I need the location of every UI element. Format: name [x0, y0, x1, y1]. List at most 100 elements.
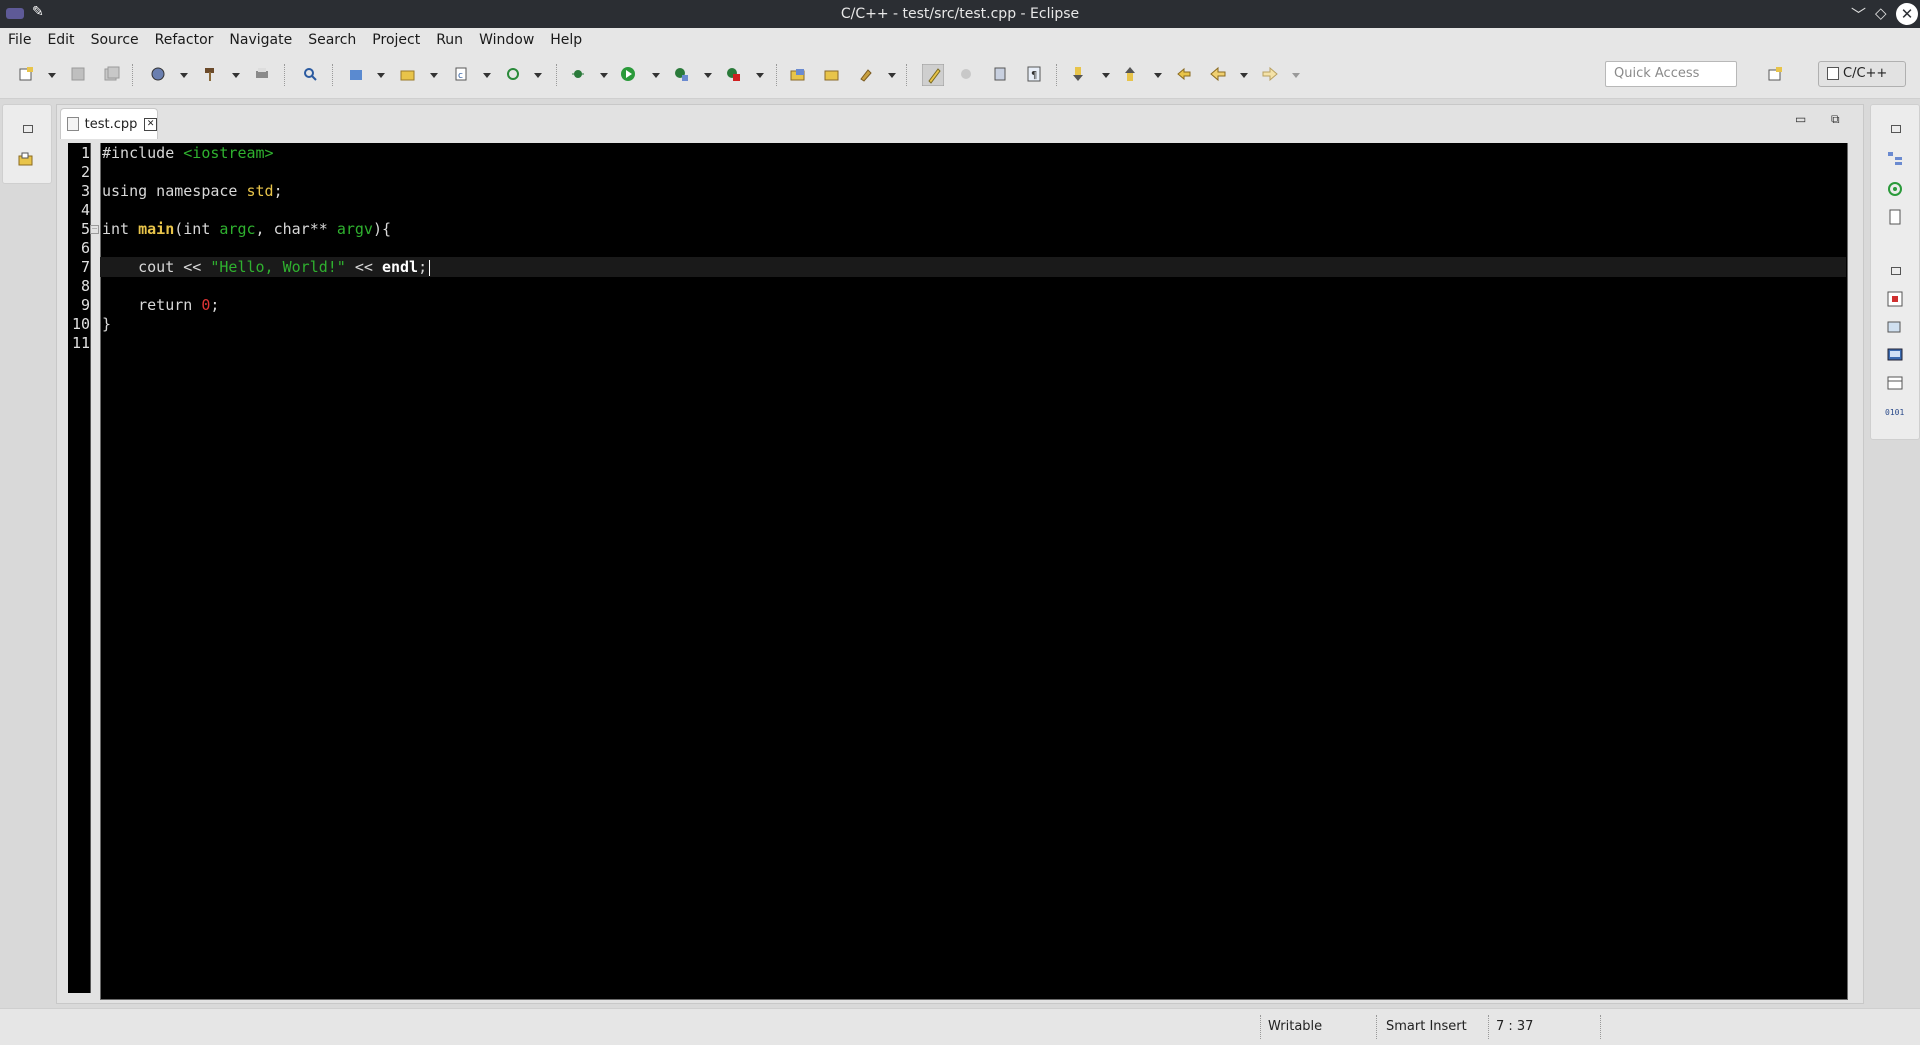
- param-type: (int: [174, 220, 220, 238]
- menu-run[interactable]: Run: [428, 32, 471, 48]
- back-dropdown-icon[interactable]: [1240, 73, 1248, 78]
- close-window-button[interactable]: ✕: [1896, 3, 1918, 25]
- new-file-icon[interactable]: [18, 66, 34, 82]
- hammer-dropdown-icon[interactable]: [232, 73, 240, 78]
- print-icon[interactable]: [254, 66, 270, 82]
- debug-icon[interactable]: [570, 66, 586, 82]
- open-folder-icon[interactable]: [824, 66, 840, 82]
- left-trim-stack: [2, 104, 52, 184]
- code-line-5: int main(int argc, char** argv){: [102, 220, 391, 239]
- menu-project[interactable]: Project: [364, 32, 428, 48]
- new-folder-icon[interactable]: [400, 66, 416, 82]
- forward-icon[interactable]: [1262, 66, 1278, 82]
- properties-icon[interactable]: [1887, 375, 1903, 391]
- status-writable: Writable: [1268, 1019, 1323, 1034]
- maximize-window-button[interactable]: ◇: [1875, 4, 1887, 22]
- task-list-icon[interactable]: [1887, 209, 1903, 225]
- toolbar-separator: [132, 64, 133, 86]
- menu-source[interactable]: Source: [83, 32, 147, 48]
- run-external-dropdown-icon[interactable]: [704, 73, 712, 78]
- semicolon: ;: [418, 258, 428, 276]
- status-separator: [1260, 1015, 1261, 1039]
- new-folder-dropdown-icon[interactable]: [430, 73, 438, 78]
- next-annotation-dropdown-icon[interactable]: [1102, 73, 1110, 78]
- eclipse-logo-icon: [6, 8, 24, 19]
- next-annotation-icon[interactable]: [1070, 66, 1086, 82]
- back-icon[interactable]: [1210, 66, 1226, 82]
- left-restore-icon[interactable]: [23, 125, 33, 133]
- hammer-icon[interactable]: [202, 66, 218, 82]
- menu-help[interactable]: Help: [542, 32, 590, 48]
- toolbar-separator: [284, 64, 285, 86]
- run-dropdown-icon[interactable]: [652, 73, 660, 78]
- pin-icon[interactable]: ✎: [32, 4, 44, 20]
- menu-search[interactable]: Search: [300, 32, 364, 48]
- outline-icon[interactable]: [1887, 151, 1903, 167]
- previous-annotation-icon[interactable]: [1122, 66, 1138, 82]
- new-source-file-icon[interactable]: c: [453, 66, 469, 82]
- save-icon[interactable]: [70, 66, 86, 82]
- open-type-icon[interactable]: [790, 66, 806, 82]
- open-perspective-icon[interactable]: [1768, 67, 1782, 81]
- run-external-icon[interactable]: [673, 66, 689, 82]
- debug-dropdown-icon[interactable]: [600, 73, 608, 78]
- terminate-icon[interactable]: [725, 66, 741, 82]
- menu-edit[interactable]: Edit: [39, 32, 82, 48]
- make-target-icon[interactable]: [1887, 181, 1903, 197]
- search-flashlight-icon[interactable]: [858, 66, 874, 82]
- minimize-editor-button[interactable]: ▭: [1795, 112, 1806, 126]
- menu-window[interactable]: Window: [471, 32, 542, 48]
- minimize-window-button[interactable]: ﹀: [1851, 4, 1866, 25]
- fold-collapse-icon[interactable]: −: [90, 225, 99, 234]
- new-dropdown-icon[interactable]: [48, 73, 56, 78]
- highlight-icon[interactable]: [958, 66, 974, 82]
- line-number: 11: [71, 334, 90, 352]
- maximize-editor-button[interactable]: ⧉: [1831, 112, 1840, 127]
- line-number: 3: [80, 182, 90, 200]
- memory-binary-icon[interactable]: 0101: [1885, 403, 1905, 419]
- menu-file[interactable]: File: [0, 32, 39, 48]
- search-target-icon[interactable]: [302, 66, 318, 82]
- refresh-dropdown-icon[interactable]: [534, 73, 542, 78]
- toolbar-separator: [906, 64, 907, 86]
- right-restore-icon[interactable]: [1891, 125, 1901, 133]
- terminate-dropdown-icon[interactable]: [756, 73, 764, 78]
- new-project-icon[interactable]: [348, 66, 364, 82]
- param-argc: argc: [219, 220, 256, 238]
- editor-tab-test-cpp[interactable]: test.cpp ✕: [60, 108, 158, 139]
- semicolon: ;: [273, 182, 283, 200]
- toolbar-separator: [556, 64, 557, 86]
- tasks-icon[interactable]: [1887, 319, 1903, 335]
- line-number: 8: [80, 277, 90, 295]
- problems-icon[interactable]: [1887, 291, 1903, 307]
- run-icon[interactable]: [620, 66, 636, 82]
- right-restore-icon-2[interactable]: [1891, 267, 1901, 275]
- build-dropdown-icon[interactable]: [180, 73, 188, 78]
- close-tab-icon[interactable]: ✕: [144, 117, 157, 131]
- new-project-dropdown-icon[interactable]: [377, 73, 385, 78]
- project-explorer-icon[interactable]: [18, 151, 34, 167]
- status-bar: Writable Smart Insert 7 : 37: [0, 1008, 1920, 1045]
- quick-access-input[interactable]: Quick Access: [1605, 61, 1737, 87]
- show-whitespace-icon[interactable]: ¶: [1026, 66, 1042, 82]
- include-path: <iostream>: [183, 144, 274, 162]
- mark-occurrences-toggle-icon[interactable]: [922, 64, 944, 86]
- build-all-icon[interactable]: [150, 66, 166, 82]
- console-icon[interactable]: [1887, 347, 1903, 363]
- new-source-dropdown-icon[interactable]: [483, 73, 491, 78]
- forward-dropdown-icon[interactable]: [1292, 73, 1300, 78]
- menu-navigate[interactable]: Navigate: [221, 32, 300, 48]
- toolbar-separator: [776, 64, 777, 86]
- save-all-icon[interactable]: [104, 66, 120, 82]
- refresh-icon[interactable]: [505, 66, 521, 82]
- status-insert-mode: Smart Insert: [1386, 1019, 1467, 1034]
- stream-operator: <<: [345, 258, 382, 276]
- block-selection-icon[interactable]: [992, 66, 1008, 82]
- menu-refactor[interactable]: Refactor: [147, 32, 222, 48]
- search-dropdown-icon[interactable]: [888, 73, 896, 78]
- cpp-perspective-button[interactable]: C/C++: [1818, 61, 1906, 87]
- line-number: 4: [80, 201, 90, 219]
- line-number: 5: [80, 220, 90, 238]
- last-edit-location-icon[interactable]: [1176, 66, 1192, 82]
- previous-annotation-dropdown-icon[interactable]: [1154, 73, 1162, 78]
